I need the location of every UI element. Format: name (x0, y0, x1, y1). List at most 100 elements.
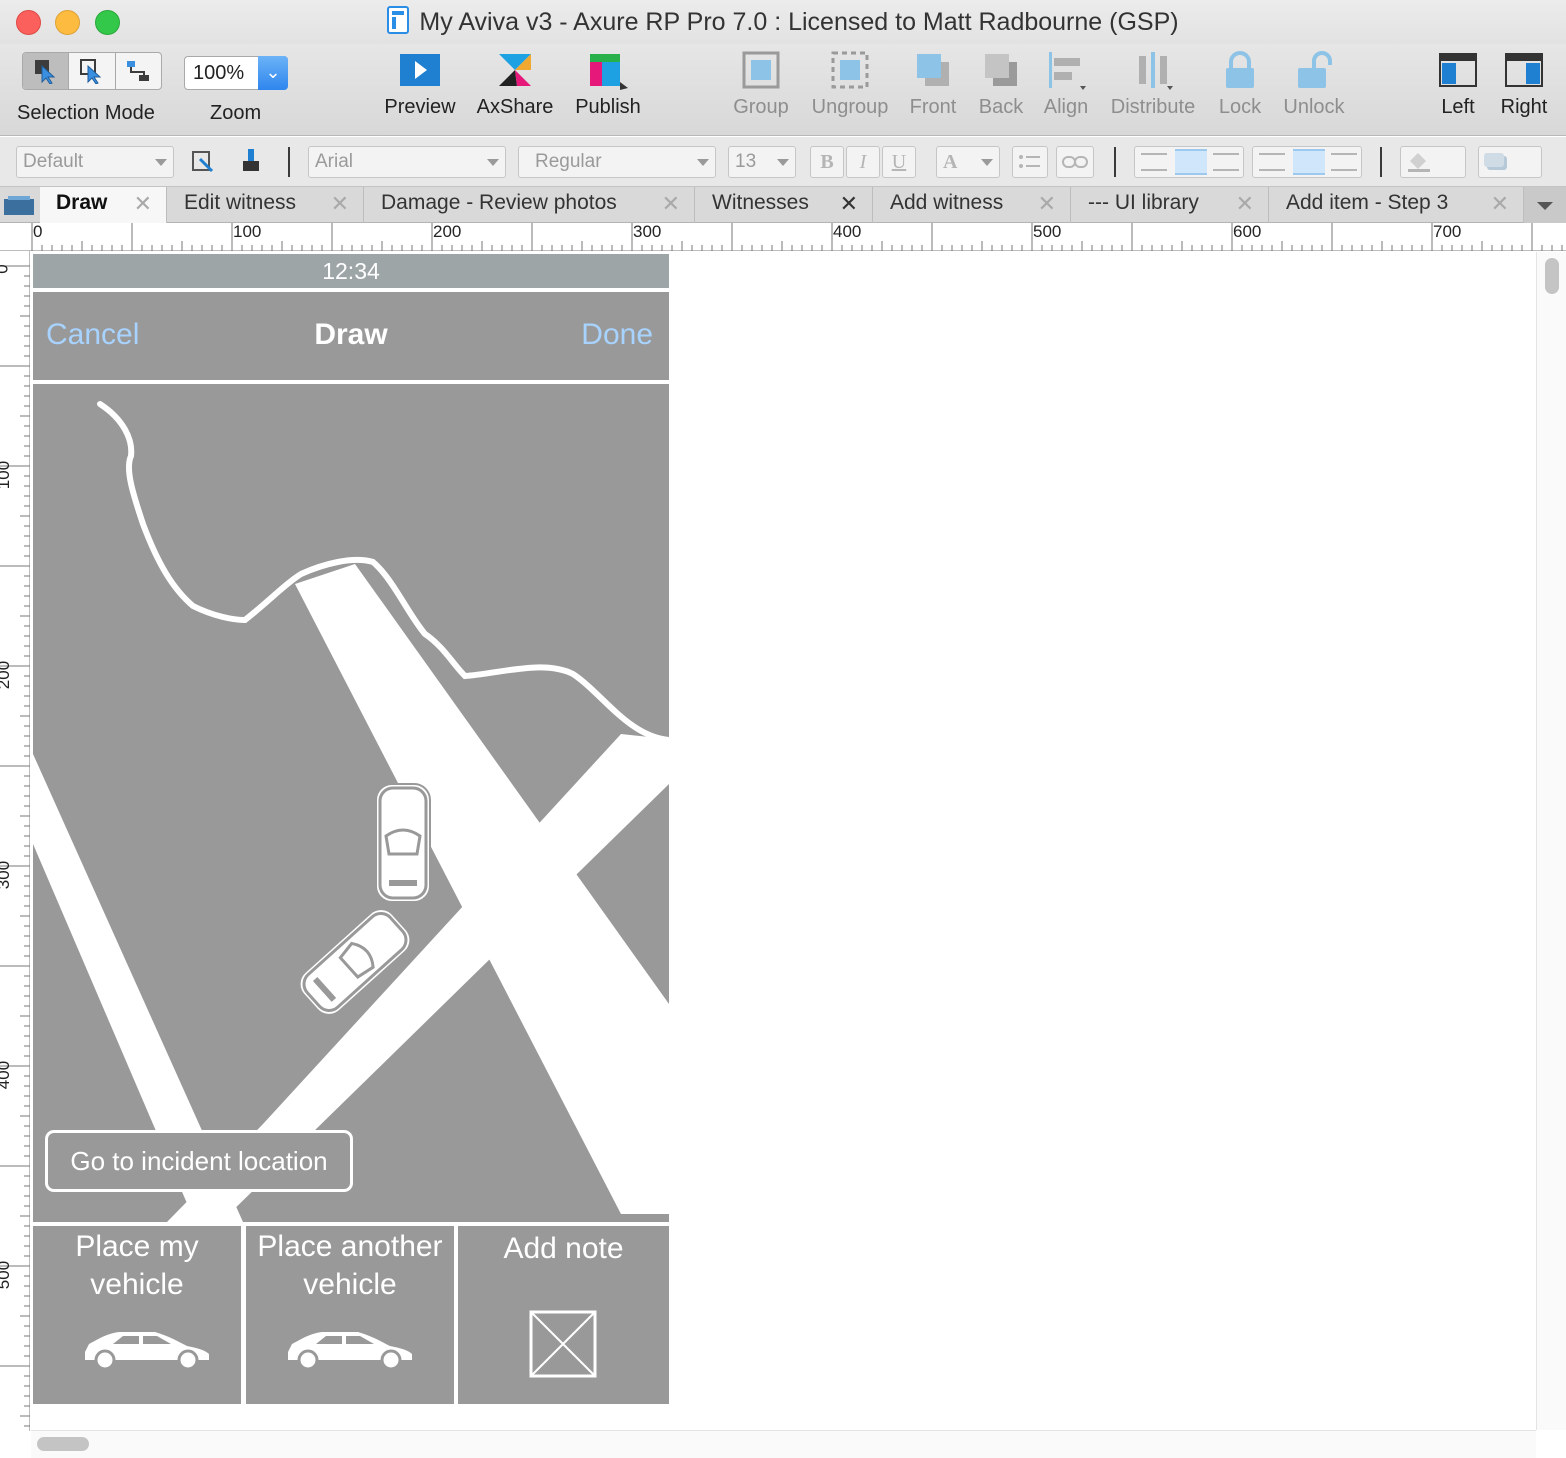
close-icon[interactable]: ✕ (1038, 191, 1056, 217)
style-select[interactable]: Default (16, 146, 174, 178)
tab-add-item-step-3[interactable]: Add item - Step 3 ✕ (1270, 187, 1524, 223)
sitemap-icon[interactable] (4, 195, 34, 217)
bullet-list-button[interactable] (1012, 146, 1048, 178)
status-bar: 12:34 (33, 254, 669, 288)
car-icon (85, 1332, 209, 1368)
distribute-label: Distribute (1110, 96, 1196, 118)
selection-mode-label: Selection Mode (17, 102, 155, 124)
place-my-vehicle-button[interactable]: Place my vehicle (33, 1226, 241, 1404)
bold-button[interactable]: B (810, 146, 844, 178)
close-icon[interactable]: ✕ (840, 191, 858, 217)
lock-button[interactable]: Lock (1212, 48, 1268, 119)
tab-overflow-chevron-icon[interactable] (1524, 187, 1566, 223)
close-icon[interactable]: ✕ (134, 191, 152, 217)
axshare-label: AxShare (476, 96, 554, 118)
distribute-button[interactable]: Distribute (1104, 48, 1202, 119)
unlock-icon (1298, 51, 1332, 88)
left-pane-button[interactable]: Left (1430, 48, 1486, 119)
connector-mode-icon[interactable] (116, 53, 161, 89)
tab-damage-review-photos[interactable]: Damage - Review photos ✕ (365, 187, 695, 223)
shadow-button[interactable] (1478, 146, 1542, 178)
left-label: Left (1441, 96, 1475, 118)
underline-button[interactable]: U (882, 146, 916, 178)
font-color-button[interactable]: A (936, 146, 1000, 178)
fill-color-button[interactable] (1400, 146, 1466, 178)
document-icon (387, 6, 410, 34)
align-left-text-icon[interactable] (1141, 153, 1167, 171)
align-button[interactable]: Align (1038, 48, 1094, 119)
valign-top-icon[interactable] (1259, 153, 1285, 171)
button-label-line: vehicle (90, 1268, 184, 1301)
text-align-group[interactable] (1134, 146, 1244, 178)
font-family-select[interactable]: Arial (308, 146, 506, 178)
group-label: Group (733, 96, 789, 118)
send-back-button[interactable]: Back (972, 48, 1030, 119)
valign-middle-icon[interactable] (1293, 149, 1325, 175)
zoom-label: Zoom (210, 102, 262, 124)
go-to-incident-location-button[interactable]: Go to incident location (45, 1130, 353, 1192)
chevron-down-icon (981, 159, 993, 166)
shadow-icon (1484, 153, 1507, 170)
scroll-thumb[interactable] (37, 1437, 89, 1451)
horizontal-ruler: 0 100 200 300 400 500 600 700 (30, 222, 1566, 251)
tab-draw[interactable]: Draw ✕ (40, 187, 167, 223)
close-icon[interactable]: ✕ (1491, 191, 1509, 217)
tab-ui-library[interactable]: --- UI library ✕ (1072, 187, 1269, 223)
font-family-value: Arial (315, 151, 354, 172)
tab-label: --- UI library (1088, 191, 1199, 214)
format-painter-icon[interactable] (190, 149, 218, 175)
select-contained-icon[interactable] (69, 53, 116, 89)
place-another-vehicle-button[interactable]: Place another vehicle (246, 1226, 454, 1404)
tab-witnesses[interactable]: Witnesses ✕ (696, 187, 873, 223)
selection-mode-control[interactable] (22, 52, 162, 90)
ruler-label: 500 (0, 1260, 14, 1290)
vertical-ruler: 0 100 200 300 400 500 (0, 251, 30, 1431)
bring-front-button[interactable]: Front (904, 48, 962, 119)
select-intersected-icon[interactable] (23, 53, 70, 89)
separator (1114, 147, 1116, 177)
lock-icon (1226, 51, 1254, 88)
tab-label: Draw (56, 191, 108, 214)
publish-button[interactable]: Publish (568, 48, 648, 119)
vertical-align-group[interactable] (1252, 146, 1362, 178)
format-bar: Default Arial Regular 13 B I U A (0, 137, 1566, 187)
button-label-line: Add note (503, 1232, 624, 1265)
preview-button[interactable]: Preview (380, 48, 460, 119)
right-pane-button[interactable]: Right (1496, 48, 1552, 119)
ruler-label: 200 (433, 222, 462, 241)
close-icon[interactable]: ✕ (1236, 191, 1254, 217)
align-label: Align (1043, 96, 1089, 118)
scroll-thumb[interactable] (1545, 258, 1559, 294)
font-weight-select[interactable]: Regular (518, 146, 716, 178)
chevron-down-icon[interactable]: ⌄ (258, 56, 288, 90)
align-left-icon (1049, 52, 1086, 90)
add-note-button[interactable]: Add note (458, 1226, 669, 1404)
ungroup-button[interactable]: Ungroup (806, 48, 894, 119)
group-button[interactable]: Group (728, 48, 794, 119)
ruler-label: 600 (1233, 222, 1262, 241)
unlock-button[interactable]: Unlock (1278, 48, 1350, 119)
italic-button[interactable]: I (846, 146, 880, 178)
image-placeholder-icon (529, 1310, 597, 1378)
distribute-icon (1139, 52, 1173, 90)
horizontal-scrollbar[interactable] (31, 1430, 1536, 1458)
align-right-text-icon[interactable] (1213, 153, 1239, 171)
done-button[interactable]: Done (581, 318, 653, 352)
tab-edit-witness[interactable]: Edit witness ✕ (168, 187, 364, 223)
vertical-scrollbar[interactable] (1536, 252, 1566, 1430)
close-icon[interactable]: ✕ (662, 191, 680, 217)
page-tab-bar: Draw ✕ Edit witness ✕ Damage - Review ph… (0, 187, 1566, 223)
lock-label: Lock (1218, 96, 1262, 118)
tab-add-witness[interactable]: Add witness ✕ (874, 187, 1071, 223)
link-button[interactable] (1056, 146, 1094, 178)
drawing-map[interactable] (33, 384, 669, 1222)
align-center-text-icon[interactable] (1175, 149, 1207, 175)
valign-bottom-icon[interactable] (1331, 153, 1357, 171)
close-icon[interactable]: ✕ (331, 191, 349, 217)
axshare-button[interactable]: AxShare (472, 48, 558, 119)
font-size-select[interactable]: 13 (728, 146, 796, 178)
zoom-select[interactable]: 100% ⌄ (184, 56, 288, 90)
paint-brush-icon[interactable] (238, 147, 264, 175)
car-icon (288, 1332, 412, 1368)
right-label: Right (1500, 96, 1548, 118)
